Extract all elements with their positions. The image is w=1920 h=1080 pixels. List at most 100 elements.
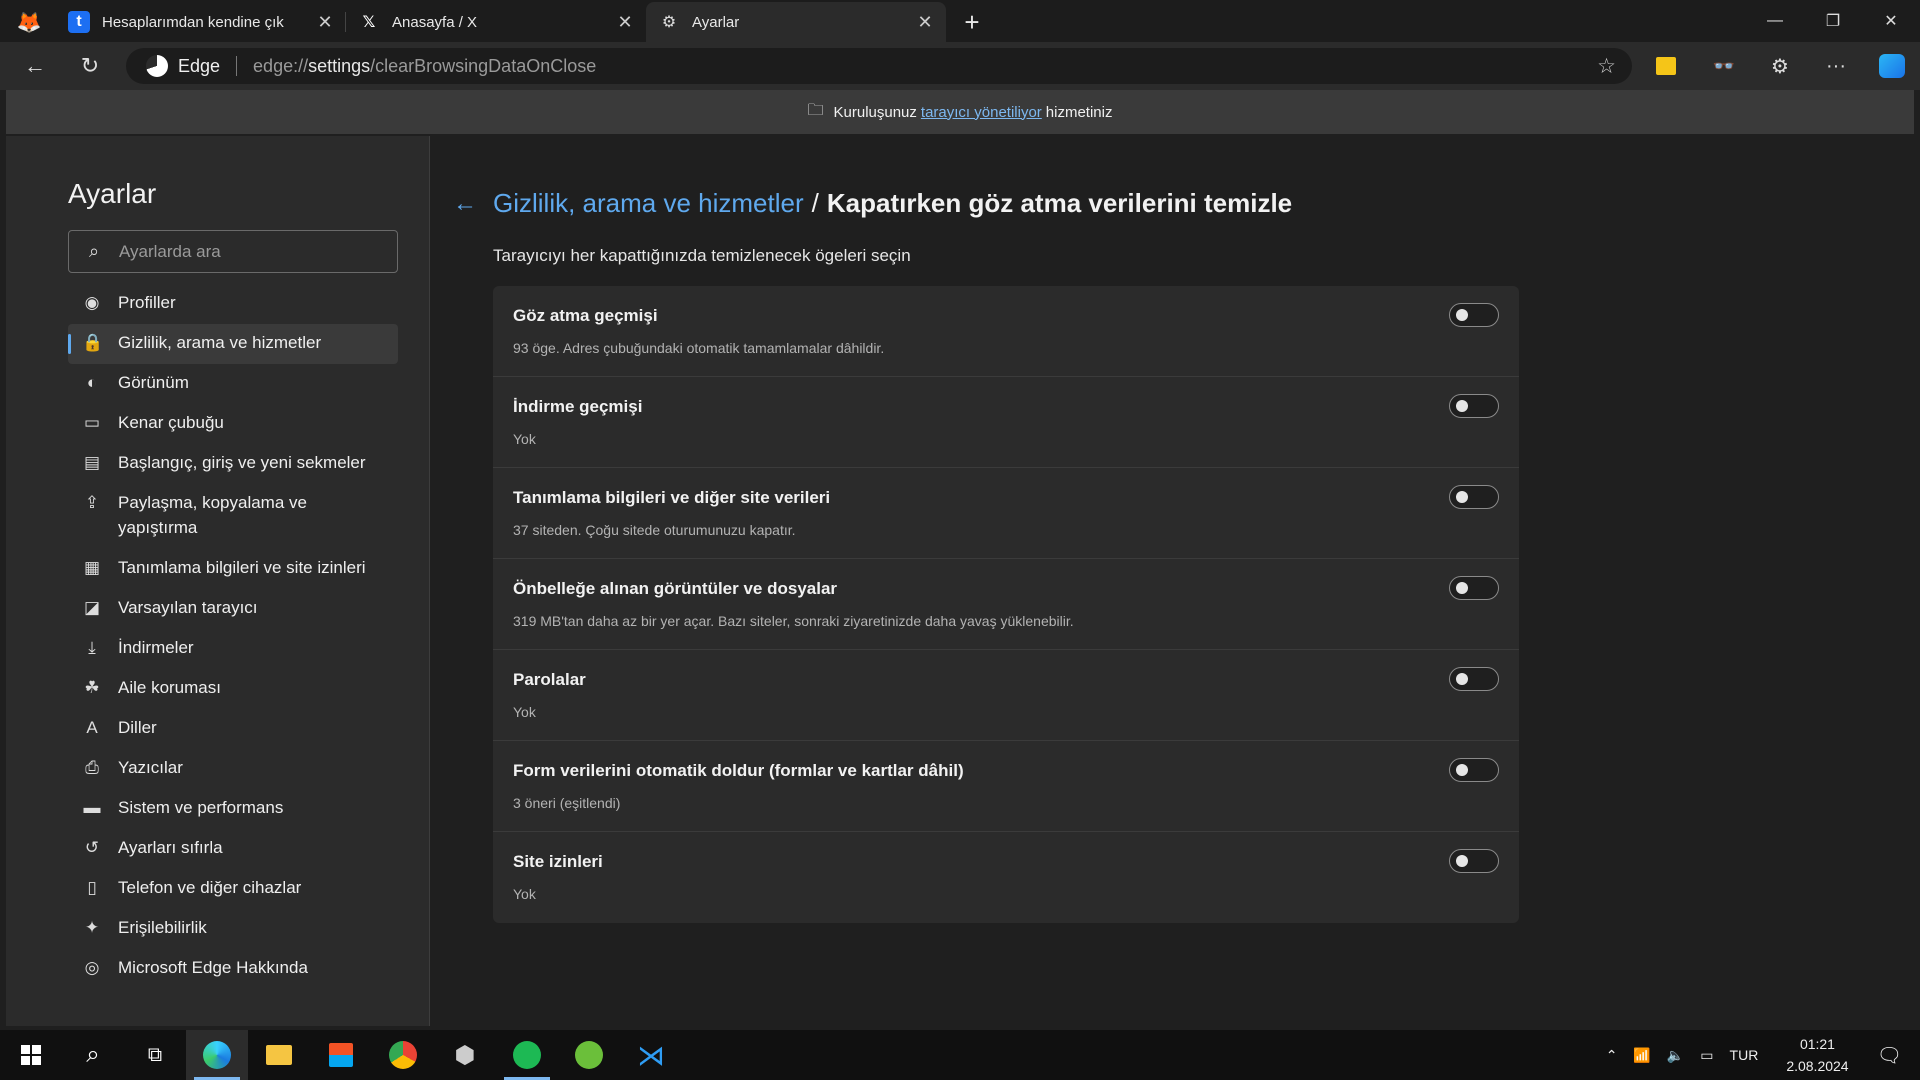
extensions-puzzle-icon[interactable]: ⚙ xyxy=(1758,46,1802,86)
settings-sidebar: Ayarlar ⌕ Ayarlarda ara ◉ Profiller 🔒 Gizl… xyxy=(6,136,430,1026)
battery-icon[interactable]: ▭ xyxy=(1700,1047,1713,1064)
favorite-star-icon[interactable]: ☆ xyxy=(1597,54,1616,79)
nav-item-system[interactable]: ▬ Sistem ve performans xyxy=(68,789,398,829)
tab-0-close-icon[interactable]: ✕ xyxy=(314,12,336,33)
address-url: edge://settings/clearBrowsingDataOnClose xyxy=(253,55,597,76)
system-tray: ⌃ 📶 🔈 ▭ TUR 01:21 2.08.2024 🗨 xyxy=(1598,1030,1920,1080)
nav-label: Varsayılan tarayıcı xyxy=(118,598,258,617)
row-site-permissions: Site izinleri Yok xyxy=(493,832,1519,923)
nav-item-family[interactable]: ☘ Aile koruması xyxy=(68,669,398,709)
extension-glasses-icon[interactable]: 👓 xyxy=(1702,46,1746,86)
close-window-icon[interactable]: ✕ xyxy=(1862,11,1920,31)
taskbar-edge-icon[interactable] xyxy=(186,1030,248,1080)
nav-item-cookies[interactable]: ▦ Tanımlama bilgileri ve site izinleri xyxy=(68,549,398,589)
nav-item-accessibility[interactable]: ✦ Erişilebilirlik xyxy=(68,909,398,949)
nav-item-downloads[interactable]: ⤓ İndirmeler xyxy=(68,629,398,669)
nav-item-printers[interactable]: ⎙ Yazıcılar xyxy=(68,749,398,789)
nav-item-languages[interactable]: A Diller xyxy=(68,709,398,749)
address-divider xyxy=(236,56,238,76)
breadcrumb: ← Gizlilik, arama ve hizmetler / Kapatır… xyxy=(453,188,1292,219)
download-history-toggle[interactable] xyxy=(1449,394,1499,418)
settings-main: ← Gizlilik, arama ve hizmetler / Kapatır… xyxy=(431,136,1914,1026)
nav-label: Erişilebilirlik xyxy=(118,918,207,937)
lock-icon: 🔒 xyxy=(82,333,104,352)
back-arrow-icon[interactable]: ← xyxy=(10,46,60,86)
new-tab-button[interactable]: + xyxy=(946,2,996,42)
row-title: Parolalar xyxy=(513,670,586,689)
nav-label: Tanımlama bilgileri ve site izinleri xyxy=(118,558,366,577)
row-autofill: Form verilerini otomatik doldur (formlar… xyxy=(493,741,1519,832)
vscode-icon[interactable]: ⋊ xyxy=(620,1030,682,1080)
row-browsing-history: Göz atma geçmişi 93 öge. Adres çubuğunda… xyxy=(493,286,1519,377)
taskbar-search-icon[interactable]: ⌕ xyxy=(62,1030,124,1080)
infobar-managed-link[interactable]: tarayıcı yönetiliyor xyxy=(921,104,1042,121)
row-desc: 93 öge. Adres çubuğundaki otomatik tamam… xyxy=(513,340,885,356)
tab-2-close-icon[interactable]: ✕ xyxy=(914,12,936,33)
nav-item-privacy[interactable]: 🔒 Gizlilik, arama ve hizmetler xyxy=(68,324,398,364)
tray-chevron-icon[interactable]: ⌃ xyxy=(1606,1047,1618,1064)
nav-label: Gizlilik, arama ve hizmetler xyxy=(118,333,322,352)
tab-0-title: Hesaplarımdan kendine çık xyxy=(102,13,284,31)
nav-label: Profiller xyxy=(118,293,176,312)
row-download-history: İndirme geçmişi Yok xyxy=(493,377,1519,468)
nav-item-startup[interactable]: ▤ Başlangıç, giriş ve yeni sekmeler xyxy=(68,444,398,484)
settings-search-input[interactable]: ⌕ Ayarlarda ara xyxy=(68,230,398,273)
nav-item-about[interactable]: ◎ Microsoft Edge Hakkında xyxy=(68,949,398,989)
task-view-icon[interactable]: ⧉ xyxy=(124,1030,186,1080)
infobar-prefix: Kuruluşunuz xyxy=(833,103,917,121)
volume-icon[interactable]: 🔈 xyxy=(1667,1047,1684,1064)
profile-avatar[interactable]: 🦊 xyxy=(0,2,56,42)
chrome-icon[interactable] xyxy=(372,1030,434,1080)
address-bar[interactable]: Edge edge://settings/clearBrowsingDataOn… xyxy=(126,48,1632,84)
settings-title: Ayarlar xyxy=(68,178,157,209)
notifications-icon[interactable]: 🗨 xyxy=(1877,1043,1902,1068)
tab-1[interactable]: 𝕏 Anasayfa / X ✕ xyxy=(346,2,646,42)
phone-icon: ▯ xyxy=(87,878,97,897)
copilot-icon[interactable] xyxy=(1870,46,1914,86)
nav-item-reset[interactable]: ↺ Ayarları sıfırla xyxy=(68,829,398,869)
nav-item-default-browser[interactable]: ◪ Varsayılan tarayıcı xyxy=(68,589,398,629)
breadcrumb-privacy-link[interactable]: Gizlilik, arama ve hizmetler xyxy=(493,188,804,219)
spotify-icon[interactable] xyxy=(496,1030,558,1080)
row-title: İndirme geçmişi xyxy=(513,397,643,416)
restore-icon[interactable]: ❐ xyxy=(1804,11,1862,31)
cookies-toggle[interactable] xyxy=(1449,485,1499,509)
cache-toggle[interactable] xyxy=(1449,576,1499,600)
edge-logo-icon xyxy=(146,55,168,77)
network-icon[interactable]: 📶 xyxy=(1633,1047,1650,1064)
nav-item-sidebar[interactable]: ▭ Kenar çubuğu xyxy=(68,404,398,444)
row-title: Önbelleğe alınan görüntüler ve dosyalar xyxy=(513,579,838,598)
page-subtitle: Tarayıcıyı her kapattığınızda temizlenec… xyxy=(493,246,911,265)
windows-start-icon[interactable] xyxy=(0,1030,62,1080)
nav-label: Ayarları sıfırla xyxy=(118,838,223,857)
hexagon-app-icon[interactable]: ⬢ xyxy=(434,1030,496,1080)
tab-2[interactable]: ⚙ Ayarlar ✕ xyxy=(646,2,946,42)
refresh-icon[interactable]: ↻ xyxy=(65,46,115,86)
tab-0[interactable]: t Hesaplarımdan kendine çık ✕ xyxy=(56,2,346,42)
managed-infobar: 🗀 Kuruluşunuz tarayıcı yönetiliyor hizme… xyxy=(6,90,1914,134)
clock[interactable]: 01:21 2.08.2024 xyxy=(1786,1033,1848,1077)
file-explorer-icon[interactable] xyxy=(248,1030,310,1080)
nav-item-appearance[interactable]: ◐ Görünüm xyxy=(68,364,398,404)
browsing-history-toggle[interactable] xyxy=(1449,303,1499,327)
more-menu-icon[interactable]: ··· xyxy=(1814,46,1858,86)
collections-icon[interactable] xyxy=(1644,46,1688,86)
back-arrow-icon[interactable]: ← xyxy=(453,190,477,218)
minimize-icon[interactable]: — xyxy=(1746,12,1804,30)
site-permissions-toggle[interactable] xyxy=(1449,849,1499,873)
language-indicator[interactable]: TUR xyxy=(1730,1047,1759,1063)
passwords-toggle[interactable] xyxy=(1449,667,1499,691)
nav-item-share[interactable]: ⇪ Paylaşma, kopyalama ve yapıştırma xyxy=(68,484,398,549)
nav-label: Yazıcılar xyxy=(118,758,183,777)
appearance-icon: ◐ xyxy=(86,373,98,392)
edge-about-icon: ◎ xyxy=(84,958,100,977)
autofill-toggle[interactable] xyxy=(1449,758,1499,782)
nav-item-phone[interactable]: ▯ Telefon ve diğer cihazlar xyxy=(68,869,398,909)
utorrent-icon[interactable] xyxy=(558,1030,620,1080)
printer-icon: ⎙ xyxy=(85,758,99,777)
nav-item-profiles[interactable]: ◉ Profiller xyxy=(68,284,398,324)
row-desc: 319 MB'tan daha az bir yer açar. Bazı si… xyxy=(513,613,1074,629)
microsoft-store-icon[interactable] xyxy=(310,1030,372,1080)
languages-icon: A xyxy=(86,718,98,737)
tab-1-close-icon[interactable]: ✕ xyxy=(614,12,636,33)
